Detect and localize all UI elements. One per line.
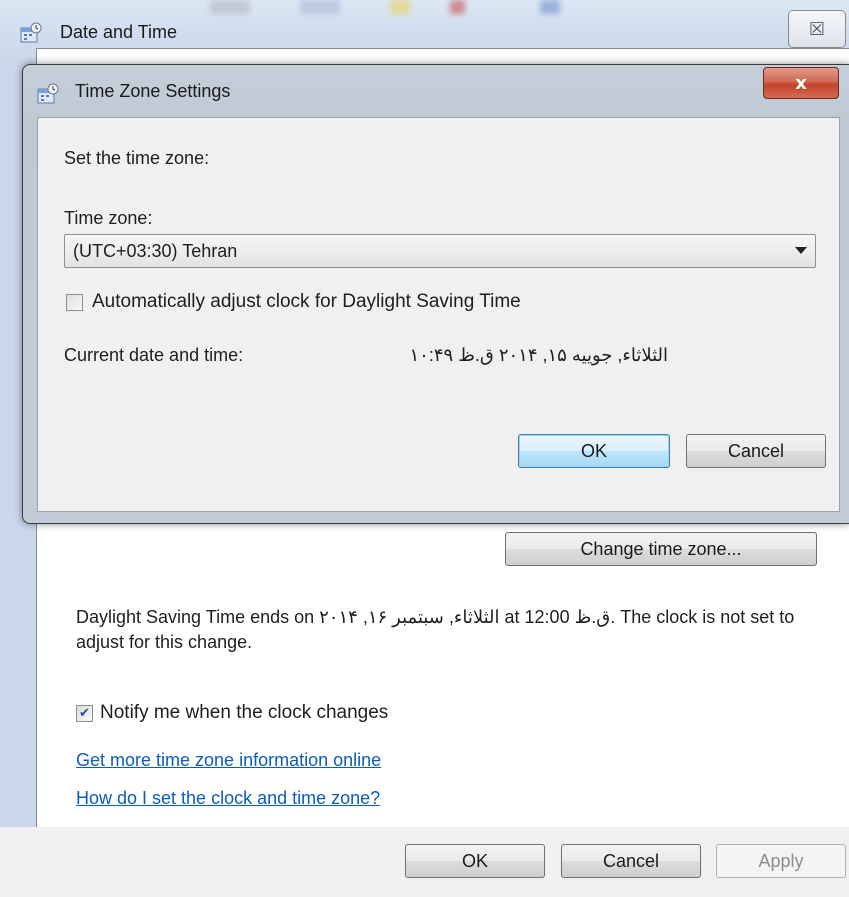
checkmark-icon: ✔ bbox=[79, 706, 90, 721]
dialog-close-button[interactable]: x bbox=[763, 67, 839, 99]
date-time-settings-icon bbox=[20, 22, 42, 43]
dst-checkbox[interactable] bbox=[66, 294, 83, 311]
background-blur bbox=[210, 0, 810, 14]
chevron-down-icon bbox=[795, 247, 807, 254]
dialog-title: Time Zone Settings bbox=[75, 81, 231, 101]
ok-button[interactable]: OK bbox=[405, 844, 545, 878]
time-zone-info-link[interactable]: Get more time zone information online bbox=[76, 750, 381, 771]
dialog-cancel-button[interactable]: Cancel bbox=[686, 434, 826, 468]
dst-checkbox-label[interactable]: Automatically adjust clock for Daylight … bbox=[92, 291, 521, 313]
cancel-button[interactable]: Cancel bbox=[561, 844, 701, 878]
current-datetime-value: الثلاثاء, جوييه ۱۵, ۲۰۱۴ ق.ظ ۱۰:۴۹ bbox=[409, 345, 668, 365]
current-datetime-label: Current date and time: bbox=[64, 345, 244, 365]
notify-checkbox-label[interactable]: Notify me when the clock changes bbox=[100, 702, 388, 724]
window-title: Date and Time bbox=[60, 22, 178, 42]
time-zone-value: (UTC+03:30) Tehran bbox=[73, 240, 238, 261]
close-icon: x bbox=[795, 72, 807, 94]
time-zone-settings-icon bbox=[37, 83, 59, 104]
close-button[interactable]: ☒ bbox=[788, 10, 846, 48]
apply-button[interactable]: Apply bbox=[716, 844, 846, 878]
dialog-ok-button[interactable]: OK bbox=[518, 434, 670, 468]
change-time-zone-button[interactable]: Change time zone... bbox=[505, 532, 817, 566]
dst-info-text: Daylight Saving Time ends on ‏الثلاثاء, … bbox=[76, 607, 795, 652]
time-zone-label: Time zone: bbox=[64, 208, 153, 228]
clock-help-link[interactable]: How do I set the clock and time zone? bbox=[76, 788, 380, 809]
time-zone-settings-dialog: Time Zone Settings x Set the time zone: … bbox=[22, 64, 849, 524]
set-time-zone-label: Set the time zone: bbox=[64, 148, 210, 168]
dialog-body: Set the time zone: Time zone: (UTC+03:30… bbox=[37, 117, 840, 512]
notify-checkbox[interactable]: ✔ bbox=[76, 705, 93, 722]
time-zone-select[interactable]: (UTC+03:30) Tehran bbox=[64, 234, 816, 268]
close-icon: ☒ bbox=[808, 18, 826, 40]
